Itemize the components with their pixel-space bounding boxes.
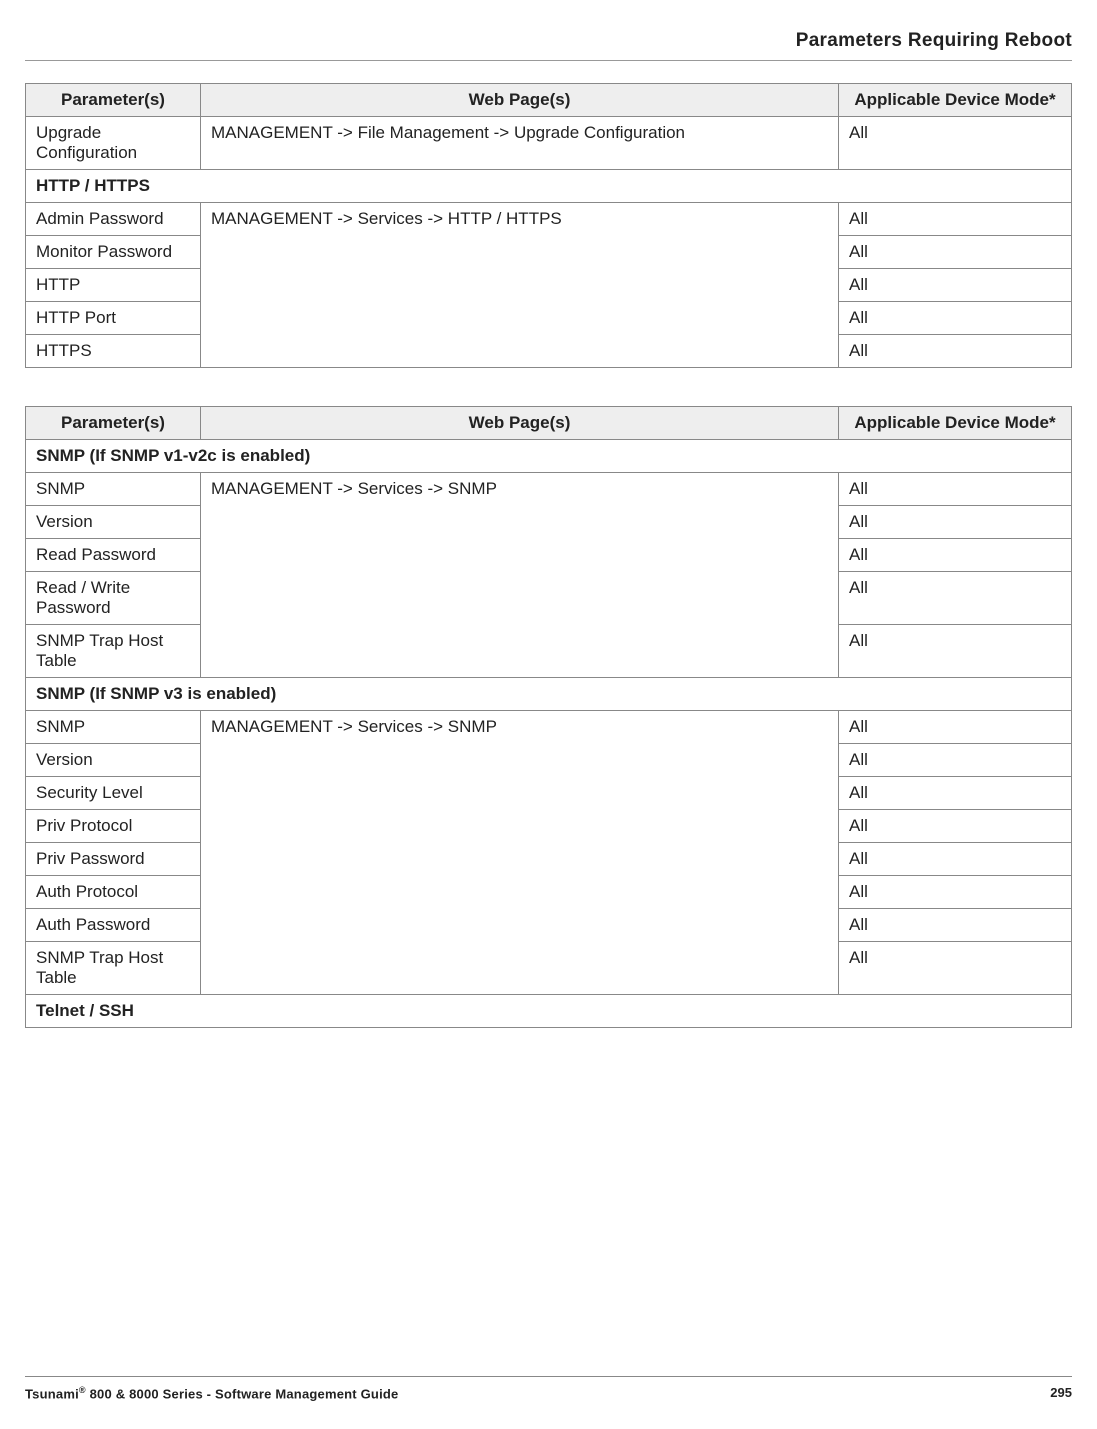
mode-cell: All [839, 625, 1072, 678]
param-cell: Auth Protocol [26, 876, 201, 909]
mode-cell: All [839, 843, 1072, 876]
param-cell: Upgrade Configuration [26, 117, 201, 170]
param-cell: Version [26, 744, 201, 777]
footer-page-number: 295 [1050, 1385, 1072, 1400]
param-cell: SNMP [26, 711, 201, 744]
section-row-telnet: Telnet / SSH [26, 995, 1072, 1028]
param-cell: Monitor Password [26, 236, 201, 269]
param-cell: Priv Password [26, 843, 201, 876]
mode-cell: All [839, 810, 1072, 843]
mode-cell: All [839, 539, 1072, 572]
mode-cell: All [839, 473, 1072, 506]
table-header-row: Parameter(s) Web Page(s) Applicable Devi… [26, 407, 1072, 440]
mode-cell: All [839, 572, 1072, 625]
param-cell: HTTP [26, 269, 201, 302]
param-cell: Auth Password [26, 909, 201, 942]
param-cell: SNMP Trap Host Table [26, 942, 201, 995]
param-cell: HTTPS [26, 335, 201, 368]
section-row-http: HTTP / HTTPS [26, 170, 1072, 203]
page-footer: Tsunami® 800 & 8000 Series - Software Ma… [25, 1376, 1072, 1401]
col-header-parameters: Parameter(s) [26, 84, 201, 117]
param-cell: SNMP Trap Host Table [26, 625, 201, 678]
col-header-webpages: Web Page(s) [201, 407, 839, 440]
mode-cell: All [839, 876, 1072, 909]
mode-cell: All [839, 909, 1072, 942]
mode-cell: All [839, 236, 1072, 269]
mode-cell: All [839, 117, 1072, 170]
param-cell: HTTP Port [26, 302, 201, 335]
col-header-mode: Applicable Device Mode* [839, 84, 1072, 117]
page-title: Parameters Requiring Reboot [25, 30, 1072, 52]
mode-cell: All [839, 777, 1072, 810]
mode-cell: All [839, 335, 1072, 368]
header-divider [25, 60, 1072, 61]
param-cell: Read Password [26, 539, 201, 572]
table-row: SNMP MANAGEMENT -> Services -> SNMP All [26, 473, 1072, 506]
table-header-row: Parameter(s) Web Page(s) Applicable Devi… [26, 84, 1072, 117]
col-header-mode: Applicable Device Mode* [839, 407, 1072, 440]
mode-cell: All [839, 203, 1072, 236]
param-cell: Priv Protocol [26, 810, 201, 843]
mode-cell: All [839, 744, 1072, 777]
mode-cell: All [839, 506, 1072, 539]
table-row: Admin Password MANAGEMENT -> Services ->… [26, 203, 1072, 236]
page-cell: MANAGEMENT -> Services -> SNMP [201, 473, 839, 678]
footer-doc-title: Tsunami® 800 & 8000 Series - Software Ma… [25, 1385, 398, 1401]
col-header-parameters: Parameter(s) [26, 407, 201, 440]
section-label: Telnet / SSH [26, 995, 1072, 1028]
parameters-table-1: Parameter(s) Web Page(s) Applicable Devi… [25, 83, 1072, 368]
parameters-table-2: Parameter(s) Web Page(s) Applicable Devi… [25, 406, 1072, 1028]
param-cell: Read / Write Password [26, 572, 201, 625]
param-cell: Version [26, 506, 201, 539]
page-cell: MANAGEMENT -> Services -> HTTP / HTTPS [201, 203, 839, 368]
table-row: Upgrade Configuration MANAGEMENT -> File… [26, 117, 1072, 170]
mode-cell: All [839, 269, 1072, 302]
mode-cell: All [839, 711, 1072, 744]
section-row-snmp-v3: SNMP (If SNMP v3 is enabled) [26, 678, 1072, 711]
param-cell: Admin Password [26, 203, 201, 236]
section-label: HTTP / HTTPS [26, 170, 1072, 203]
table-row: SNMP MANAGEMENT -> Services -> SNMP All [26, 711, 1072, 744]
page-cell: MANAGEMENT -> Services -> SNMP [201, 711, 839, 995]
col-header-webpages: Web Page(s) [201, 84, 839, 117]
mode-cell: All [839, 942, 1072, 995]
section-label: SNMP (If SNMP v3 is enabled) [26, 678, 1072, 711]
param-cell: Security Level [26, 777, 201, 810]
section-label: SNMP (If SNMP v1-v2c is enabled) [26, 440, 1072, 473]
param-cell: SNMP [26, 473, 201, 506]
mode-cell: All [839, 302, 1072, 335]
page-cell: MANAGEMENT -> File Management -> Upgrade… [201, 117, 839, 170]
section-row-snmp-v12: SNMP (If SNMP v1-v2c is enabled) [26, 440, 1072, 473]
